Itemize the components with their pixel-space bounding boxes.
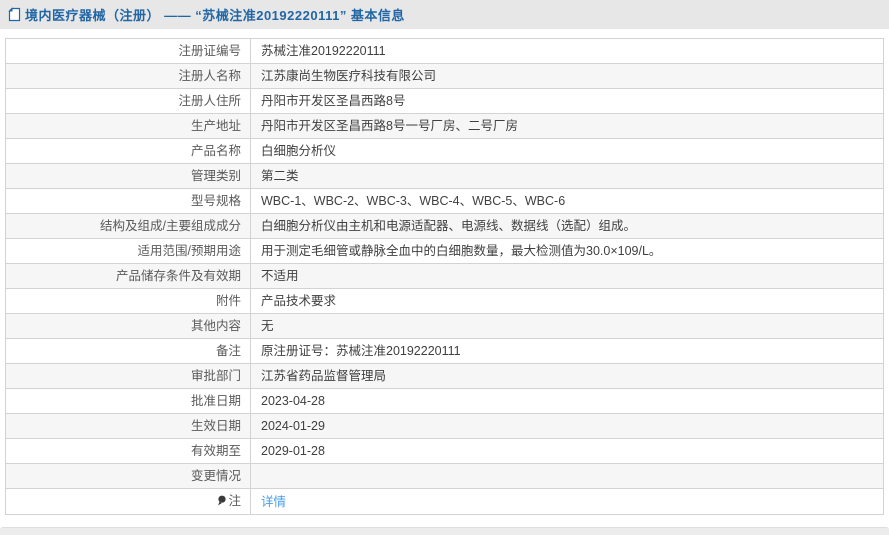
row-label: 适用范围/预期用途 bbox=[6, 239, 251, 264]
row-value: 第二类 bbox=[251, 164, 884, 189]
note-pin-icon bbox=[217, 490, 226, 514]
row-value: 白细胞分析仪由主机和电源适配器、电源线、数据线（选配）组成。 bbox=[251, 214, 884, 239]
row-label: 变更情况 bbox=[6, 464, 251, 489]
row-label: 注册证编号 bbox=[6, 39, 251, 64]
table-row: 生效日期 2024-01-29 bbox=[6, 414, 884, 439]
details-link[interactable]: 详情 bbox=[261, 495, 286, 509]
row-label-text: 审批部门 bbox=[191, 369, 241, 383]
row-value: 原注册证号：苏械注准20192220111 bbox=[251, 339, 884, 364]
row-label-text: 适用范围/预期用途 bbox=[138, 244, 241, 258]
row-label: 产品名称 bbox=[6, 139, 251, 164]
row-label-text: 注 bbox=[228, 494, 241, 508]
row-value: 江苏康尚生物医疗科技有限公司 bbox=[251, 64, 884, 89]
table-row: 注 详情 bbox=[6, 489, 884, 515]
table-row: 变更情况 bbox=[6, 464, 884, 489]
row-label-text: 备注 bbox=[216, 344, 241, 358]
row-label: 产品储存条件及有效期 bbox=[6, 264, 251, 289]
row-label-text: 变更情况 bbox=[191, 469, 241, 483]
row-label-text: 结构及组成/主要组成成分 bbox=[100, 219, 241, 233]
table-row: 产品储存条件及有效期 不适用 bbox=[6, 264, 884, 289]
table-row: 备注 原注册证号：苏械注准20192220111 bbox=[6, 339, 884, 364]
table-row: 注册人住所 丹阳市开发区圣昌西路8号 bbox=[6, 89, 884, 114]
row-label: 审批部门 bbox=[6, 364, 251, 389]
row-label-text: 批准日期 bbox=[191, 394, 241, 408]
row-label-text: 管理类别 bbox=[191, 169, 241, 183]
row-value: 产品技术要求 bbox=[251, 289, 884, 314]
row-value: 丹阳市开发区圣昌西路8号一号厂房、二号厂房 bbox=[251, 114, 884, 139]
row-value: 苏械注准20192220111 bbox=[251, 39, 884, 64]
table-row: 管理类别 第二类 bbox=[6, 164, 884, 189]
row-label: 其他内容 bbox=[6, 314, 251, 339]
row-value bbox=[251, 464, 884, 489]
table-row: 型号规格 WBC-1、WBC-2、WBC-3、WBC-4、WBC-5、WBC-6 bbox=[6, 189, 884, 214]
registration-info-table: 注册证编号 苏械注准20192220111 注册人名称 江苏康尚生物医疗科技有限… bbox=[5, 38, 884, 515]
row-label-text: 生效日期 bbox=[191, 419, 241, 433]
table-row: 生产地址 丹阳市开发区圣昌西路8号一号厂房、二号厂房 bbox=[6, 114, 884, 139]
table-row: 注册证编号 苏械注准20192220111 bbox=[6, 39, 884, 64]
row-value: 2029-01-28 bbox=[251, 439, 884, 464]
registration-table-body: 注册证编号 苏械注准20192220111 注册人名称 江苏康尚生物医疗科技有限… bbox=[6, 39, 884, 515]
row-value: 江苏省药品监督管理局 bbox=[251, 364, 884, 389]
table-row: 批准日期 2023-04-28 bbox=[6, 389, 884, 414]
page-title: 境内医疗器械（注册） —— “苏械注准20192220111” 基本信息 bbox=[25, 5, 405, 24]
row-label: 管理类别 bbox=[6, 164, 251, 189]
row-label-text: 注册证编号 bbox=[178, 44, 241, 58]
row-label: 型号规格 bbox=[6, 189, 251, 214]
table-row: 适用范围/预期用途 用于测定毛细管或静脉全血中的白细胞数量，最大检测值为30.0… bbox=[6, 239, 884, 264]
table-row: 注册人名称 江苏康尚生物医疗科技有限公司 bbox=[6, 64, 884, 89]
row-value: 详情 bbox=[251, 489, 884, 515]
row-value: 无 bbox=[251, 314, 884, 339]
row-value: 2024-01-29 bbox=[251, 414, 884, 439]
row-label-text: 生产地址 bbox=[191, 119, 241, 133]
row-label-text: 其他内容 bbox=[191, 319, 241, 333]
row-label-text: 型号规格 bbox=[191, 194, 241, 208]
document-icon bbox=[8, 7, 21, 22]
row-label: 生产地址 bbox=[6, 114, 251, 139]
row-label-text: 注册人住所 bbox=[178, 94, 241, 108]
row-label: 批准日期 bbox=[6, 389, 251, 414]
row-label-text: 注册人名称 bbox=[178, 69, 241, 83]
row-label: 备注 bbox=[6, 339, 251, 364]
row-value: 丹阳市开发区圣昌西路8号 bbox=[251, 89, 884, 114]
row-label: 生效日期 bbox=[6, 414, 251, 439]
section-header: 境内医疗器械（注册） —— “苏械注准20192220111” 基本信息 bbox=[0, 0, 889, 29]
row-label: 结构及组成/主要组成成分 bbox=[6, 214, 251, 239]
row-label-text: 附件 bbox=[216, 294, 241, 308]
table-row: 产品名称 白细胞分析仪 bbox=[6, 139, 884, 164]
row-label: 注 bbox=[6, 489, 251, 515]
row-value: 白细胞分析仪 bbox=[251, 139, 884, 164]
registration-info-panel: 注册证编号 苏械注准20192220111 注册人名称 江苏康尚生物医疗科技有限… bbox=[5, 38, 884, 515]
row-value: 不适用 bbox=[251, 264, 884, 289]
table-row: 有效期至 2029-01-28 bbox=[6, 439, 884, 464]
row-value: WBC-1、WBC-2、WBC-3、WBC-4、WBC-5、WBC-6 bbox=[251, 189, 884, 214]
table-row: 审批部门 江苏省药品监督管理局 bbox=[6, 364, 884, 389]
table-row: 其他内容 无 bbox=[6, 314, 884, 339]
row-label: 附件 bbox=[6, 289, 251, 314]
row-label-text: 产品储存条件及有效期 bbox=[116, 269, 241, 283]
row-value: 2023-04-28 bbox=[251, 389, 884, 414]
table-row: 附件 产品技术要求 bbox=[6, 289, 884, 314]
row-label-text: 有效期至 bbox=[191, 444, 241, 458]
row-label: 注册人住所 bbox=[6, 89, 251, 114]
row-value: 用于测定毛细管或静脉全血中的白细胞数量，最大检测值为30.0×109/L。 bbox=[251, 239, 884, 264]
next-section-bar bbox=[0, 527, 889, 535]
table-row: 结构及组成/主要组成成分 白细胞分析仪由主机和电源适配器、电源线、数据线（选配）… bbox=[6, 214, 884, 239]
row-label-text: 产品名称 bbox=[191, 144, 241, 158]
row-label: 有效期至 bbox=[6, 439, 251, 464]
row-label: 注册人名称 bbox=[6, 64, 251, 89]
